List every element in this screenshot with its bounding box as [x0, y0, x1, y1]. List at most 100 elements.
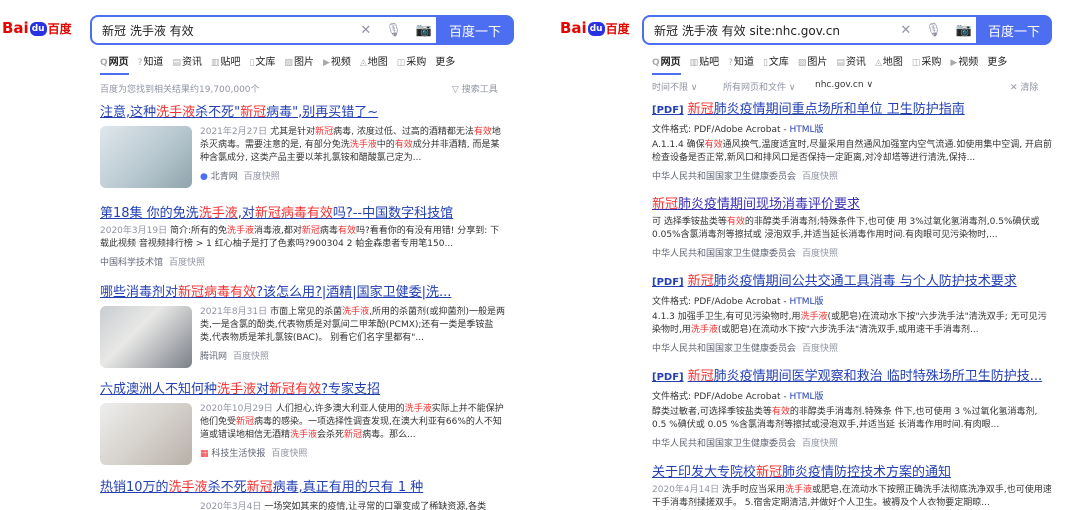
baidu-logo[interactable]: Bai du 百度 — [560, 19, 630, 37]
news-icon: ▤ — [172, 58, 181, 68]
tab-zhidao[interactable]: ?知道 — [138, 53, 164, 75]
filter-time[interactable]: 时间不限 ∨ — [652, 80, 697, 93]
result-source[interactable]: ▦ 科技生活快报 百度快照 — [200, 446, 505, 459]
html-version-link[interactable]: HTML版 — [789, 125, 823, 135]
result-source[interactable]: 腾讯网 百度快照 — [200, 349, 505, 362]
microphone-icon[interactable]: 🎙 — [925, 23, 942, 38]
result-source[interactable]: 中华人民共和国国家卫生健康委员会 百度快照 — [652, 341, 1052, 354]
snapshot-link[interactable]: 百度快照 — [169, 258, 205, 268]
clear-icon[interactable]: ✕ — [360, 23, 371, 38]
tab-map[interactable]: ◬地图 — [875, 53, 903, 75]
result-abstract: 4.1.3 加强手卫生,有可见污染物时,用洗手液(或肥皂)在流动水下按"六步洗手… — [652, 312, 1047, 335]
result-item: 新冠肺炎疫情期间现场消毒评价要求 可 选择季铵盐类等有效的非醇类手消毒剂;特殊条… — [652, 193, 1052, 259]
result-title[interactable]: 新冠肺炎疫情期间现场消毒评价要求 — [652, 193, 1052, 212]
clear-filters[interactable]: ✕ 清除 — [1010, 80, 1038, 93]
result-thumbnail[interactable] — [100, 403, 192, 465]
tab-purchase[interactable]: ◫采购 — [397, 53, 427, 75]
snapshot-link[interactable]: 百度快照 — [271, 449, 307, 459]
image-icon: ▨ — [797, 58, 807, 68]
camera-icon[interactable]: 📷 — [416, 23, 432, 38]
tab-image[interactable]: ▨图片 — [284, 53, 314, 75]
snapshot-link[interactable]: 百度快照 — [233, 352, 269, 362]
tab-video[interactable]: ▶视频 — [950, 53, 978, 75]
source-icon: ● — [200, 172, 208, 182]
tab-news[interactable]: ▤资讯 — [172, 53, 202, 75]
tab-news[interactable]: ▤资讯 — [836, 53, 866, 75]
tab-image[interactable]: ▨图片 — [798, 53, 828, 75]
close-icon: ✕ — [1010, 83, 1021, 93]
question-icon: ? — [728, 58, 733, 68]
result-source[interactable]: 中华人民共和国国家卫生健康委员会 百度快照 — [652, 436, 1052, 449]
result-item: 热销10万的洗手液杀不死新冠病毒,真正有用的只有 1 种 2020年3月4日 一场… — [100, 476, 505, 510]
result-item: [PDF] 新冠肺炎疫情期间重点场所和单位 卫生防护指南 文件格式: PDF/Ad… — [652, 98, 1052, 182]
filter-site[interactable]: nhc.gov.cn ∨ — [815, 80, 873, 90]
result-title[interactable]: 关于印发大专院校新冠肺炎疫情防控技术方案的通知 — [652, 461, 1052, 480]
microphone-icon[interactable]: 🎙 — [385, 23, 402, 38]
result-abstract: 2020年4月14日 洗手时应当采用洗手液或肥皂,在流动水下按照正确洗手法彻底洗… — [652, 485, 1052, 508]
result-abstract: A.1.1.4 确保有效通风换气,温度适宜时,尽量采用自然通风加强室内空气流通.… — [652, 140, 1052, 163]
search-box: ✕ 🎙 📷 — [642, 15, 978, 45]
pdf-badge: [PDF] — [652, 372, 684, 383]
tab-purchase[interactable]: ◫采购 — [912, 53, 942, 75]
map-icon: ◬ — [874, 58, 882, 68]
search-input[interactable] — [92, 17, 322, 43]
search-tools[interactable]: ▽ 搜索工具 — [452, 82, 498, 95]
result-source[interactable]: 中华人民共和国国家卫生健康委员会 百度快照 — [652, 246, 1052, 259]
source-icon: ▦ — [200, 449, 209, 459]
result-title[interactable]: 热销10万的洗手液杀不死新冠病毒,真正有用的只有 1 种 — [100, 476, 505, 495]
result-item: 哪些消毒剂对新冠病毒有效?该怎么用?|酒精|国家卫健委|洗... 2021年8月… — [100, 281, 505, 368]
right-search-page: Baidu百度 ✕ 🎙 📷 百度一下 Q网页 ▥贴吧 ?知道 ▯文库 ▨图片 ▤… — [555, 0, 1080, 510]
shop-icon: ◫ — [911, 58, 921, 68]
snapshot-link[interactable]: 百度快照 — [802, 249, 838, 259]
result-thumbnail — [100, 501, 192, 510]
result-source[interactable]: 中华人民共和国国家卫生健康委员会 百度快照 — [652, 169, 1052, 182]
tab-web[interactable]: Q网页 — [652, 53, 681, 75]
tieba-icon: ▥ — [689, 58, 699, 68]
image-icon: ▨ — [284, 58, 293, 68]
baidu-logo[interactable]: Bai du 百度 — [2, 19, 72, 37]
tab-wenku[interactable]: ▯文库 — [763, 53, 789, 75]
result-title[interactable]: 哪些消毒剂对新冠病毒有效?该怎么用?|酒精|国家卫健委|洗... — [100, 281, 505, 300]
left-search-page: Baidu百度 ✕ 🎙 📷 百度一下 Q网页 ?知道 ▤资讯 ▥贴吧 ▯文库 ▨… — [0, 0, 520, 510]
result-title[interactable]: [PDF] 新冠肺炎疫情期间医学观察和救治 临时特殊场所卫生防护技... — [652, 365, 1052, 384]
snapshot-link[interactable]: 百度快照 — [802, 172, 838, 182]
result-title[interactable]: 六成澳洲人不知何种洗手液对新冠有效?专家支招 — [100, 378, 505, 397]
result-title[interactable]: [PDF] 新冠肺炎疫情期间公共交通工具消毒 与个人防护技术要求 — [652, 270, 1052, 289]
result-title[interactable]: 第18集 你的免洗洗手液,对新冠病毒有效吗?--中国数字科技馆 — [100, 202, 505, 221]
filter-icon: ▽ — [452, 85, 462, 95]
tab-map[interactable]: ◬地图 — [360, 53, 388, 75]
pdf-badge: [PDF] — [652, 105, 684, 116]
tab-web[interactable]: Q网页 — [100, 53, 129, 75]
result-source[interactable]: ● 北青网 百度快照 — [200, 169, 505, 182]
snapshot-link[interactable]: 百度快照 — [244, 172, 280, 182]
html-version-link[interactable]: HTML版 — [789, 392, 823, 402]
tab-more[interactable]: 更多 — [987, 53, 1007, 75]
clear-icon[interactable]: ✕ — [900, 23, 911, 38]
search-button[interactable]: 百度一下 — [436, 15, 514, 45]
result-item: [PDF] 新冠肺炎疫情期间医学观察和救治 临时特殊场所卫生防护技... 文件格式… — [652, 365, 1052, 449]
filter-filetype[interactable]: 所有网页和文件 ∨ — [723, 80, 795, 93]
tab-bar: Q网页 ?知道 ▤资讯 ▥贴吧 ▯文库 ▨图片 ▶视频 ◬地图 ◫采购 更多 — [100, 53, 455, 75]
search-button[interactable]: 百度一下 — [976, 15, 1052, 45]
result-title[interactable]: 注意,这种洗手液杀不死"新冠病毒",别再买错了~ — [100, 101, 505, 120]
tab-zhidao[interactable]: ?知道 — [728, 53, 754, 75]
result-source[interactable]: 中国科学技术馆 百度快照 — [100, 255, 505, 268]
tab-video[interactable]: ▶视频 — [323, 53, 351, 75]
tab-wenku[interactable]: ▯文库 — [249, 53, 275, 75]
snapshot-link[interactable]: 百度快照 — [802, 439, 838, 449]
tab-more[interactable]: 更多 — [435, 53, 455, 75]
search-box: ✕ 🎙 📷 — [90, 15, 438, 45]
result-thumbnail[interactable] — [100, 126, 192, 188]
file-format: 文件格式: PDF/Adobe Acrobat - HTML版 — [652, 392, 824, 402]
camera-icon[interactable]: 📷 — [956, 23, 972, 38]
tab-tieba[interactable]: ▥贴吧 — [690, 53, 720, 75]
snapshot-link[interactable]: 百度快照 — [802, 344, 838, 354]
html-version-link[interactable]: HTML版 — [789, 297, 823, 307]
result-title[interactable]: [PDF] 新冠肺炎疫情期间重点场所和单位 卫生防护指南 — [652, 98, 1052, 117]
tab-tieba[interactable]: ▥贴吧 — [211, 53, 241, 75]
result-abstract: 可 选择季铵盐类等有效的非醇类手消毒剂;特殊条件下,也可使 用 3%过氧化氢消毒… — [652, 217, 1040, 240]
question-icon: ? — [137, 58, 143, 68]
result-thumbnail[interactable] — [100, 306, 192, 368]
search-input[interactable] — [644, 17, 874, 43]
paw-icon: du — [587, 22, 605, 36]
